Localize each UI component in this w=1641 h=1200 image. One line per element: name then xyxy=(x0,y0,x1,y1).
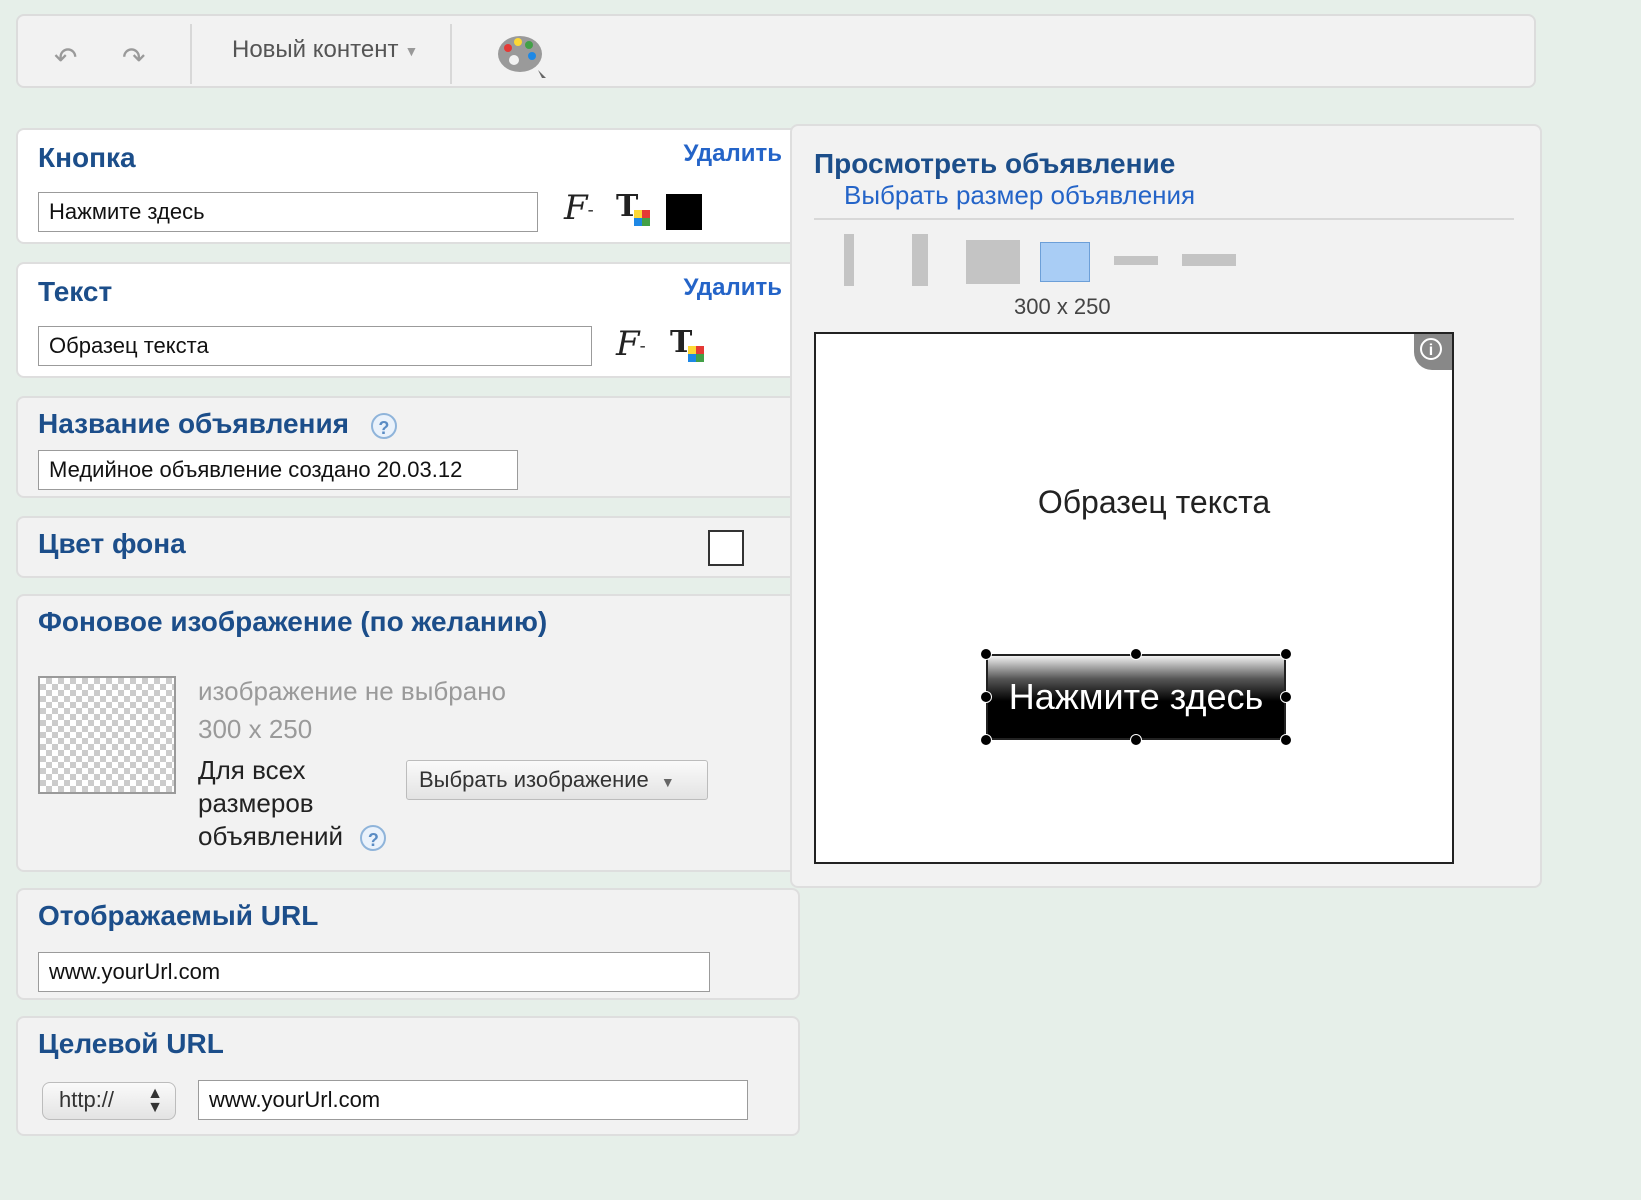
palette-icon[interactable] xyxy=(494,30,550,80)
ad-button[interactable]: Нажмите здесь xyxy=(986,654,1286,740)
ad-text[interactable]: Образец текста xyxy=(816,484,1452,521)
all-sizes-line: Для всех xyxy=(198,755,306,785)
display-url-input[interactable]: www.yourUrl.com xyxy=(38,952,710,992)
resize-handle[interactable] xyxy=(980,734,992,746)
text-section-title: Текст xyxy=(38,276,113,307)
button-delete-link[interactable]: Удалить xyxy=(683,140,782,168)
toolbar-divider xyxy=(450,24,452,84)
info-icon: i xyxy=(1420,338,1442,360)
choose-size-link[interactable]: Выбрать размер объявления xyxy=(844,180,1195,211)
display-url-title: Отображаемый URL xyxy=(38,900,319,931)
all-sizes-line: объявлений ? xyxy=(198,820,387,853)
resize-handle[interactable] xyxy=(1130,648,1142,660)
info-corner[interactable]: i xyxy=(1414,334,1452,370)
text-panel: Текст Удалить Образец текста F- T xyxy=(16,262,800,378)
all-sizes-label: Для всех размеров объявлений ? xyxy=(198,754,387,853)
bg-color-title: Цвет фона xyxy=(38,528,186,559)
text-input[interactable]: Образец текста xyxy=(38,326,592,366)
all-sizes-line: размеров xyxy=(198,788,314,818)
target-url-title: Целевой URL xyxy=(38,1028,224,1059)
new-content-menu[interactable]: Новый контент ▼ xyxy=(232,36,418,64)
target-url-panel: Целевой URL http:// ▲ ▼ www.yourUrl.com xyxy=(16,1016,800,1136)
updown-arrows-icon: ▲ ▼ xyxy=(147,1085,163,1116)
help-icon[interactable]: ? xyxy=(360,825,387,852)
font-icon[interactable]: F- xyxy=(616,324,646,364)
bg-image-title: Фоновое изображение (по желанию) xyxy=(38,606,548,637)
bg-image-panel: Фоновое изображение (по желанию) изображ… xyxy=(16,594,800,872)
toolbar: ↶ ↷ Новый контент ▼ xyxy=(16,14,1536,88)
size-option-skyscraper[interactable] xyxy=(844,234,854,286)
resize-handle[interactable] xyxy=(1280,691,1292,703)
resize-handle[interactable] xyxy=(1130,734,1142,746)
bg-color-swatch[interactable] xyxy=(708,530,744,566)
resize-handle[interactable] xyxy=(980,648,992,660)
target-url-input[interactable]: www.yourUrl.com xyxy=(198,1080,748,1120)
button-color-swatch[interactable] xyxy=(666,194,702,230)
protocol-select[interactable]: http:// ▲ ▼ xyxy=(42,1082,176,1120)
ad-name-title: Название объявления ? xyxy=(38,408,397,440)
font-icon[interactable]: F- xyxy=(564,188,594,228)
preview-panel: Просмотреть объявление Выбрать размер об… xyxy=(790,124,1542,888)
text-delete-link[interactable]: Удалить xyxy=(683,274,782,302)
ad-name-title-text: Название объявления xyxy=(38,408,350,439)
chevron-down-icon: ▼ xyxy=(404,42,419,59)
all-sizes-line-text: объявлений xyxy=(198,821,344,851)
no-image-text: изображение не выбрано xyxy=(198,676,507,706)
selected-size-label: 300 x 250 xyxy=(1014,294,1111,319)
size-option-square[interactable] xyxy=(966,240,1020,284)
divider xyxy=(814,218,1514,220)
resize-handle[interactable] xyxy=(1280,734,1292,746)
image-placeholder xyxy=(38,676,176,794)
button-panel: Кнопка Удалить Нажмите здесь F- T xyxy=(16,128,800,244)
bg-color-panel: Цвет фона xyxy=(16,516,800,578)
button-section-title: Кнопка xyxy=(38,142,136,173)
undo-icon[interactable]: ↶ xyxy=(54,44,77,72)
preview-title: Просмотреть объявление xyxy=(814,148,1176,179)
new-content-label: Новый контент xyxy=(232,36,399,63)
resize-handle[interactable] xyxy=(980,691,992,703)
text-color-icon[interactable]: T xyxy=(670,328,710,368)
image-size-text: 300 x 250 xyxy=(198,714,313,744)
ad-preview: i Образец текста Нажмите здесь xyxy=(814,332,1454,864)
chevron-down-icon: ▼ xyxy=(660,774,675,790)
display-url-panel: Отображаемый URL www.yourUrl.com xyxy=(16,888,800,1000)
select-image-button[interactable]: Выбрать изображение ▼ xyxy=(406,760,708,800)
size-option-banner[interactable] xyxy=(1114,256,1158,265)
toolbar-divider xyxy=(190,24,192,84)
resize-handle[interactable] xyxy=(1280,648,1292,660)
button-text-input[interactable]: Нажмите здесь xyxy=(38,192,538,232)
size-option-300x250[interactable] xyxy=(1040,242,1090,282)
help-icon[interactable]: ? xyxy=(370,412,397,439)
select-image-label: Выбрать изображение xyxy=(419,767,649,792)
ad-name-input[interactable]: Медийное объявление создано 20.03.12 xyxy=(38,450,518,490)
size-option-leaderboard[interactable] xyxy=(1182,254,1236,266)
protocol-value: http:// xyxy=(59,1087,115,1112)
redo-icon[interactable]: ↷ xyxy=(122,44,145,72)
ad-name-panel: Название объявления ? Медийное объявлени… xyxy=(16,396,800,498)
text-color-icon[interactable]: T xyxy=(616,192,656,232)
size-option-wide-skyscraper[interactable] xyxy=(912,234,928,286)
